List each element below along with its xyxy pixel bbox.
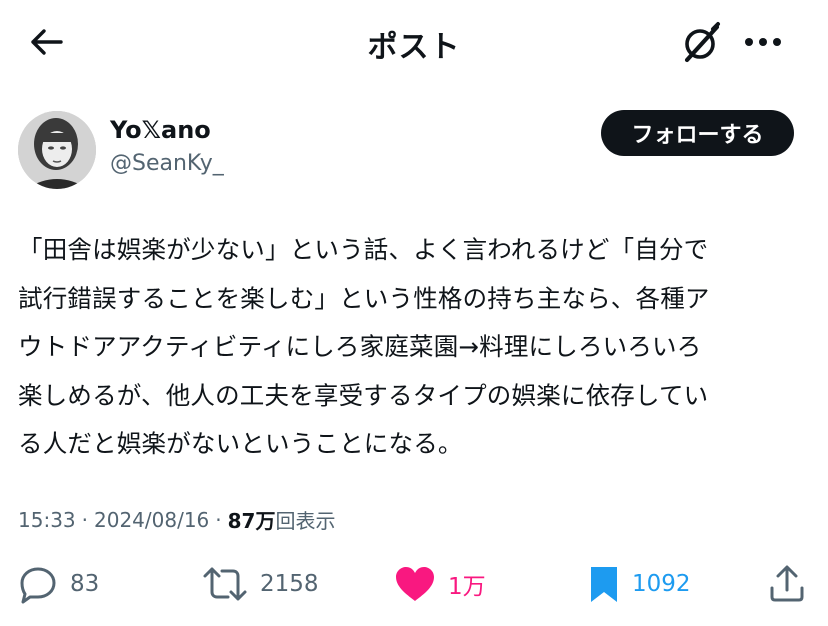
views-count: 87万 [227, 509, 276, 533]
reply-icon [20, 567, 56, 604]
bookmark-count: 1092 [632, 571, 691, 597]
share-icon [770, 565, 804, 602]
reply-button[interactable]: 83 [18, 560, 99, 608]
reply-count: 83 [70, 571, 100, 597]
like-button[interactable]: 1万 [394, 560, 486, 608]
meta-separator: · [215, 507, 222, 532]
more-icon [745, 38, 781, 46]
grok-icon [684, 22, 720, 63]
repost-icon [203, 567, 247, 601]
follow-button[interactable]: フォローする [601, 110, 794, 156]
post-text: 「田舎は娯楽が少ない」という話、よく言われるけど「自分で 試行錯誤することを楽し… [18, 235, 710, 458]
views[interactable]: 87万回表示 [228, 505, 336, 534]
heart-icon [396, 567, 434, 601]
repost-button[interactable]: 2158 [202, 560, 319, 608]
post-time: 15:33 [18, 507, 76, 532]
bookmark-button[interactable]: 1092 [588, 560, 691, 608]
views-label: 回表示 [275, 509, 336, 533]
post-meta: 15:33 · 2024/08/16 · 87万回表示 [18, 505, 335, 534]
like-count: 1万 [448, 574, 486, 600]
author-handle[interactable]: @SeanKy_ [110, 151, 224, 176]
repost-count: 2158 [260, 571, 319, 597]
avatar-image [18, 111, 96, 189]
bookmark-icon [591, 567, 617, 602]
grok-button[interactable] [676, 20, 726, 66]
author-display-name[interactable]: Yo𝕏ano [110, 116, 211, 144]
avatar[interactable] [18, 111, 96, 189]
meta-separator: · [81, 507, 88, 532]
post-date: 2024/08/16 [94, 507, 210, 532]
more-options-button[interactable] [738, 22, 788, 62]
share-button[interactable] [768, 560, 806, 608]
